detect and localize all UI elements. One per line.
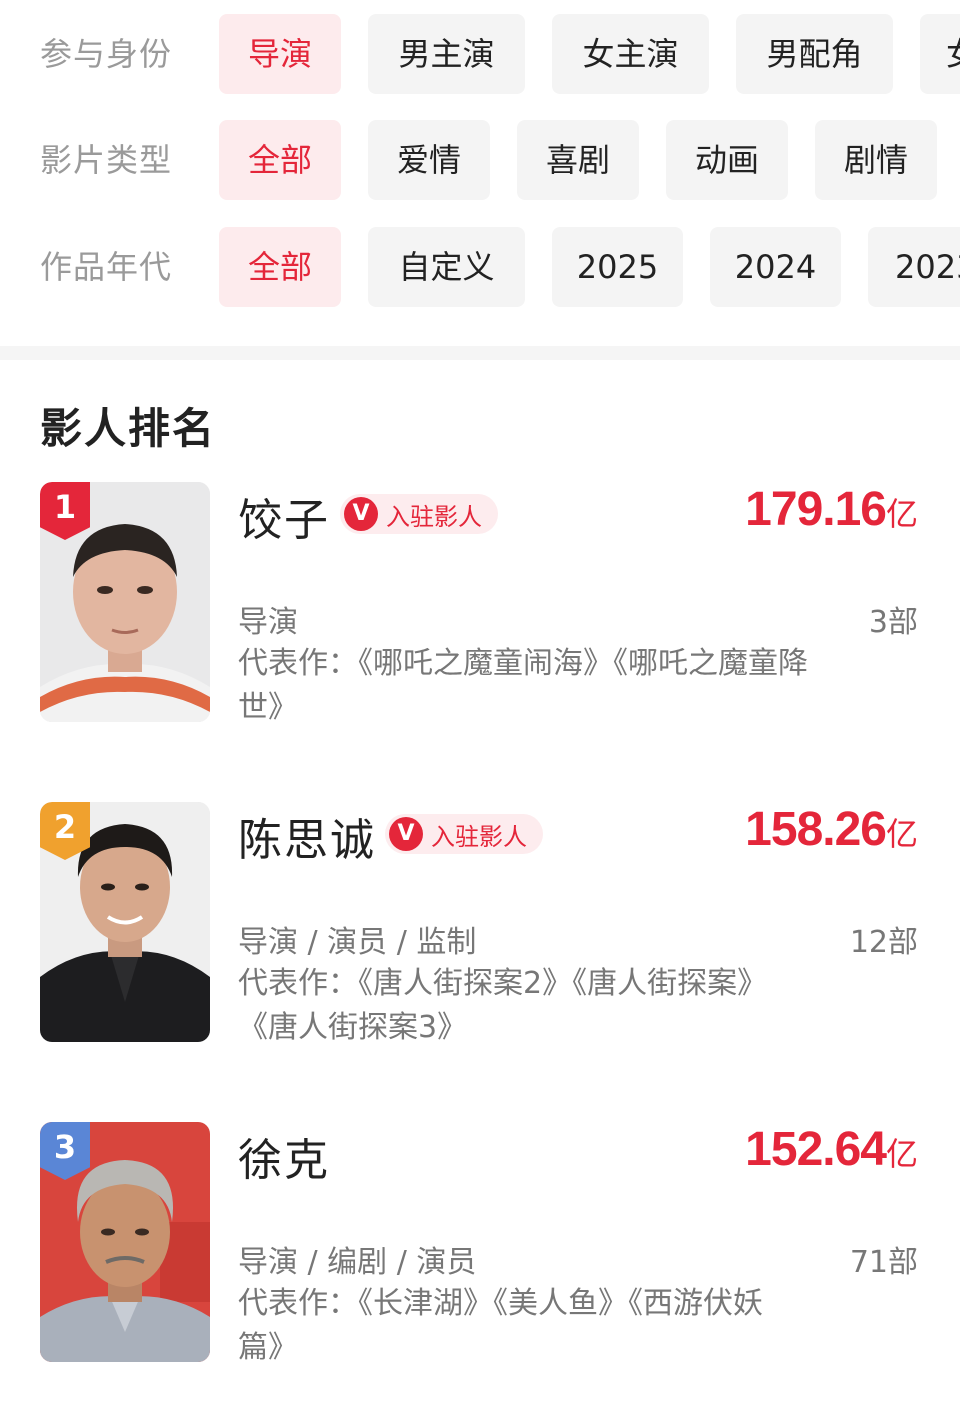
box-office-unit: 亿 [885, 815, 918, 853]
person-roles: 导演 / 演员 / 监制 [238, 925, 477, 960]
avatar[interactable]: 1 [40, 482, 210, 722]
ranking-item[interactable]: 2 陈思诚 V 入驻影人 158.26亿 导演 / 演员 / 监制 12部 代表… [0, 802, 960, 1047]
chip-year-2024[interactable]: 2024 [710, 227, 841, 307]
verified-badge: V 入驻影人 [340, 494, 498, 534]
box-office: 158.26亿 [745, 802, 918, 857]
person-name[interactable]: 陈思诚 [238, 804, 376, 868]
chip-year-custom[interactable]: 自定义 [368, 227, 525, 307]
representative-works: 代表作：《哪吒之魔童闹海》《哪吒之魔童降世》 [238, 646, 808, 725]
works-count: 3部 [868, 605, 918, 640]
box-office-unit: 亿 [885, 1135, 918, 1173]
chip-year-all[interactable]: 全部 [219, 227, 341, 307]
chip-genre-drama[interactable]: 剧情 [815, 120, 937, 200]
representative-works: 代表作：《唐人街探案2》《唐人街探案》《唐人街探案3》 [238, 966, 768, 1045]
filter-label-year: 作品年代 [40, 248, 173, 286]
works-count: 71部 [849, 1245, 918, 1280]
works-count: 12部 [849, 925, 918, 960]
avatar[interactable]: 3 [40, 1122, 210, 1362]
verified-badge-label: 入驻影人 [431, 822, 527, 851]
chip-year-2025[interactable]: 2025 [552, 227, 683, 307]
verified-v-icon: V [389, 817, 423, 851]
filter-panel: 参与身份 导演 男主演 女主演 男配角 女 影片类型 全部 爱情 喜剧 动画 剧… [0, 0, 960, 346]
section-title: 影人排名 [40, 404, 217, 453]
box-office-value: 152.64 [745, 1123, 887, 1176]
filter-row-role: 参与身份 导演 男主演 女主演 男配角 女 [0, 14, 960, 94]
chip-role-male-lead[interactable]: 男主演 [368, 14, 525, 94]
box-office-value: 158.26 [745, 803, 887, 856]
person-name[interactable]: 徐克 [238, 1124, 330, 1188]
chip-role-director[interactable]: 导演 [219, 14, 341, 94]
avatar[interactable]: 2 [40, 802, 210, 1042]
chip-role-female-lead[interactable]: 女主演 [552, 14, 709, 94]
box-office-unit: 亿 [885, 495, 918, 533]
chip-genre-all[interactable]: 全部 [219, 120, 341, 200]
box-office: 152.64亿 [745, 1122, 918, 1177]
chip-genre-animation[interactable]: 动画 [666, 120, 788, 200]
chip-year-2023[interactable]: 2023 [868, 227, 960, 307]
section-divider [0, 346, 960, 360]
verified-badge: V 入驻影人 [385, 814, 543, 854]
filter-row-genre: 影片类型 全部 爱情 喜剧 动画 剧情 [0, 120, 960, 200]
ranking-item[interactable]: 3 徐克 152.64亿 导演 / 编剧 / 演员 71部 代表作：《长津湖》《… [0, 1122, 960, 1367]
person-name[interactable]: 饺子 [238, 484, 330, 548]
person-roles: 导演 [238, 605, 298, 640]
person-roles: 导演 / 编剧 / 演员 [238, 1245, 477, 1280]
filter-label-genre: 影片类型 [40, 141, 173, 179]
verified-badge-label: 入驻影人 [386, 502, 482, 531]
box-office-value: 179.16 [745, 483, 887, 536]
ranking-item[interactable]: 1 饺子 V 入驻影人 179.16亿 导演 3部 代表作：《哪吒之魔童闹海》《… [0, 482, 960, 727]
filter-label-role: 参与身份 [40, 35, 173, 73]
verified-v-icon: V [344, 497, 378, 531]
chip-genre-comedy[interactable]: 喜剧 [517, 120, 639, 200]
chip-genre-romance[interactable]: 爱情 [368, 120, 490, 200]
filter-row-year: 作品年代 全部 自定义 2025 2024 2023 [0, 227, 960, 307]
chip-role-male-supporting[interactable]: 男配角 [736, 14, 893, 94]
chip-role-female-supporting[interactable]: 女 [920, 14, 960, 94]
representative-works: 代表作：《长津湖》《美人鱼》《西游伏妖篇》 [238, 1286, 763, 1365]
box-office: 179.16亿 [745, 482, 918, 537]
